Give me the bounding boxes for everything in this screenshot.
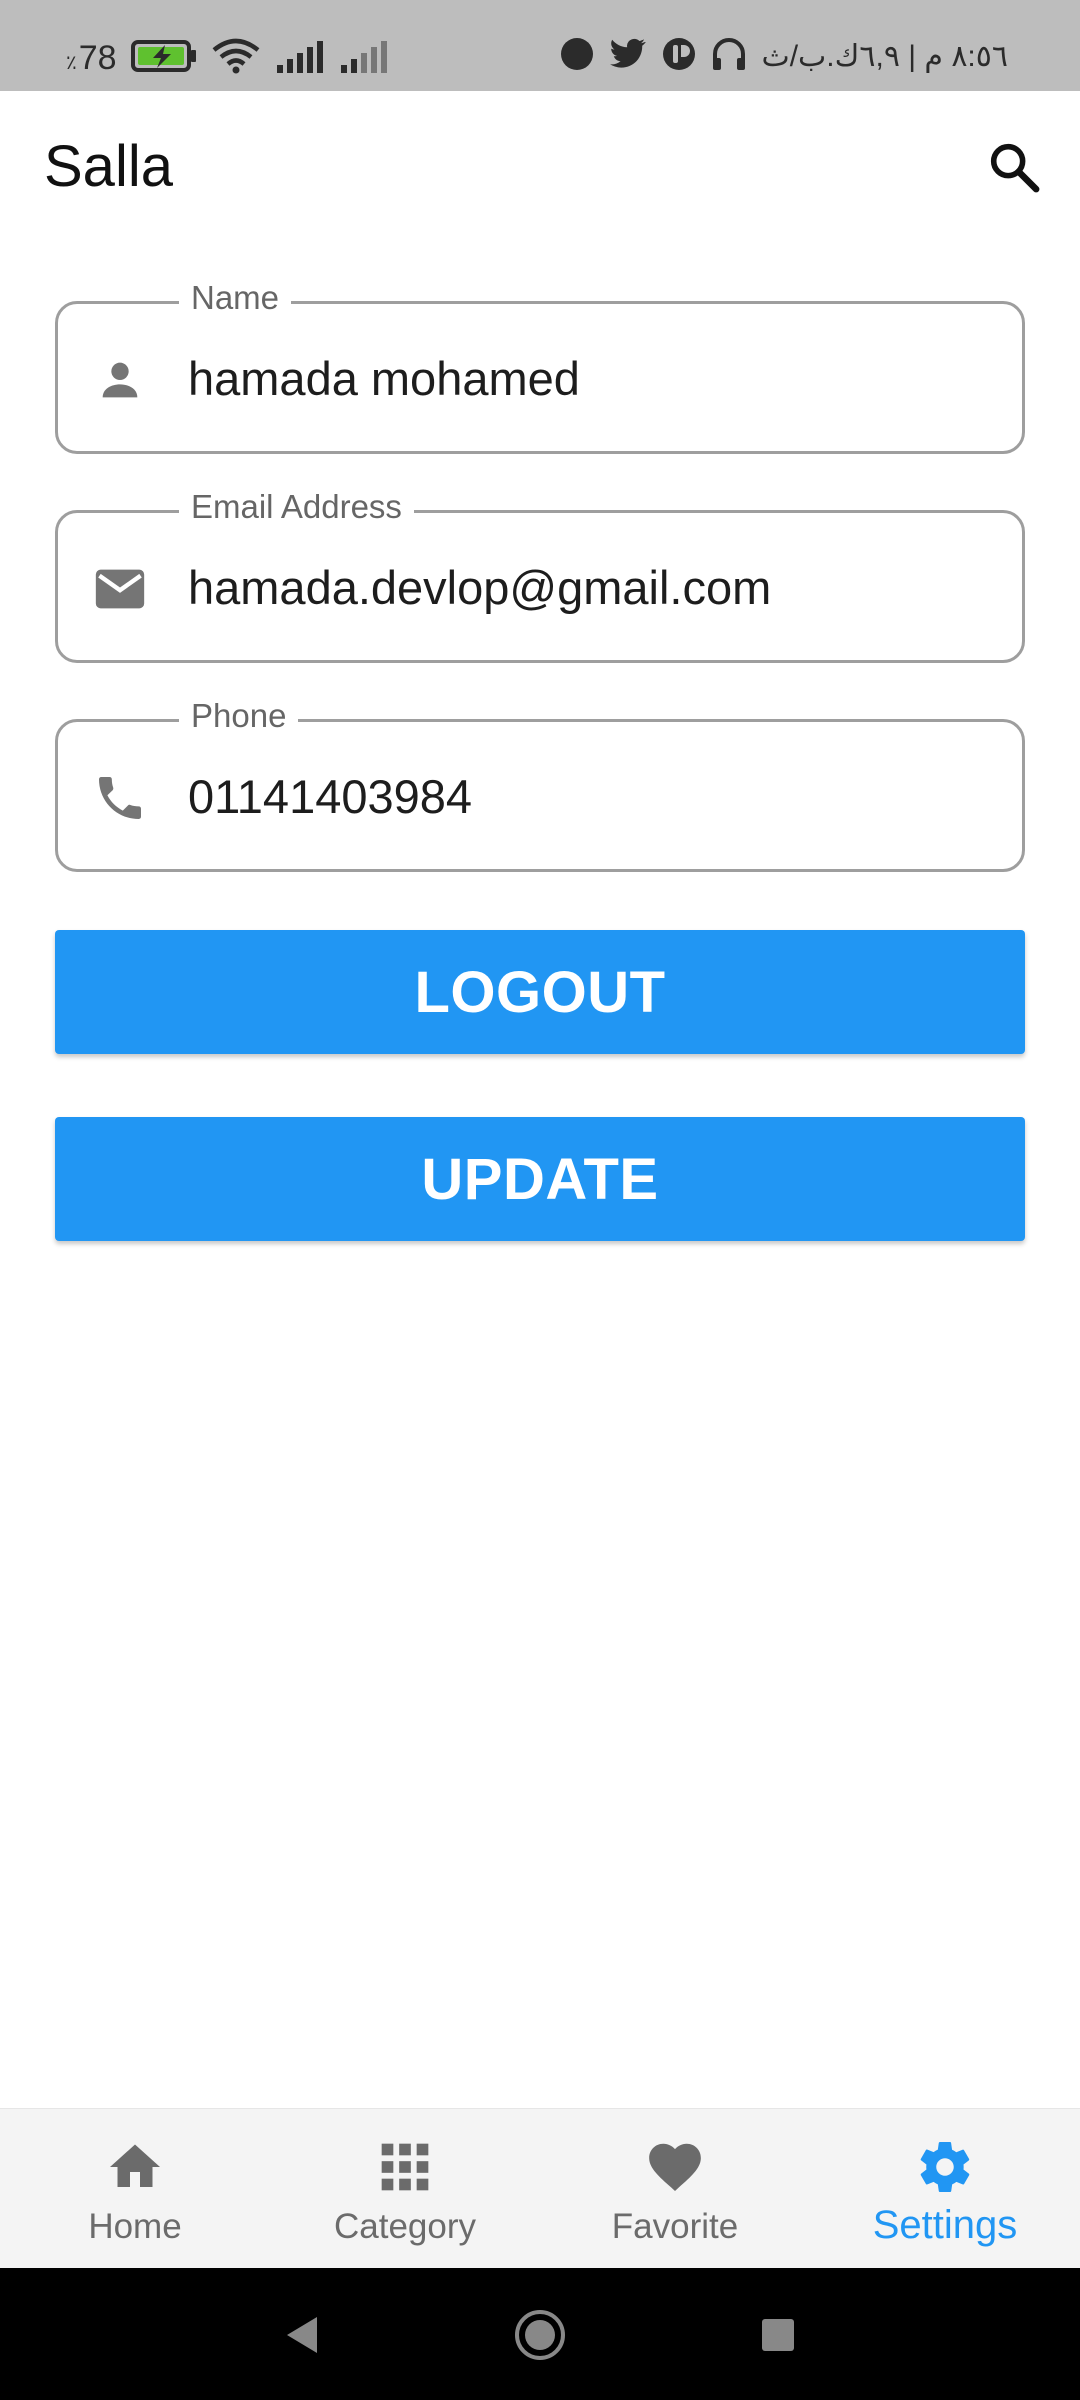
app-bar: Salla bbox=[0, 91, 1080, 251]
nav-item-settings[interactable]: Settings bbox=[810, 2109, 1080, 2268]
back-icon bbox=[287, 2317, 317, 2353]
battery-icon bbox=[130, 39, 197, 78]
home-icon bbox=[103, 2135, 167, 2199]
nav-item-category[interactable]: Category bbox=[270, 2109, 540, 2268]
logout-button[interactable]: LOGOUT bbox=[55, 930, 1025, 1054]
battery-percent: ٪78 bbox=[66, 38, 117, 77]
search-button[interactable] bbox=[978, 131, 1050, 203]
mail-icon bbox=[88, 557, 152, 621]
status-left-group: ٪78 bbox=[66, 36, 389, 80]
signal-icon-1 bbox=[275, 39, 325, 78]
app-title: Salla bbox=[44, 134, 173, 199]
phone-field-label: Phone bbox=[179, 696, 299, 736]
headphones-icon bbox=[711, 36, 747, 77]
recents-square-icon bbox=[762, 2319, 794, 2351]
app-notification-icon bbox=[661, 36, 697, 77]
search-icon bbox=[990, 143, 1040, 193]
phone-icon bbox=[88, 766, 152, 830]
status-bar: ٪78 ٨:٥٦ م | ٦,٩ك.ب/ث bbox=[0, 0, 1080, 91]
update-button[interactable]: UPDATE bbox=[55, 1117, 1025, 1241]
heart-icon bbox=[643, 2135, 707, 2199]
person-icon bbox=[88, 348, 152, 412]
nav-item-favorite[interactable]: Favorite bbox=[540, 2109, 810, 2268]
back-button[interactable] bbox=[274, 2308, 328, 2362]
wifi-icon bbox=[211, 38, 261, 79]
home-circle-icon bbox=[515, 2310, 565, 2360]
system-nav-bar bbox=[0, 2268, 1080, 2400]
name-field-label: Name bbox=[179, 278, 292, 318]
email-field[interactable]: Email Address hamada.devlop@gmail.com bbox=[55, 487, 1025, 663]
email-input[interactable]: hamada.devlop@gmail.com bbox=[188, 559, 771, 617]
gear-icon bbox=[913, 2135, 977, 2199]
bottom-nav: Home Category Favorite Settings bbox=[0, 2108, 1080, 2268]
status-time-text: ٨:٥٦ م | ٦,٩ك.ب/ث bbox=[761, 39, 1008, 73]
nav-label-favorite: Favorite bbox=[611, 2207, 739, 2246]
email-field-label: Email Address bbox=[179, 487, 414, 527]
nav-label-category: Category bbox=[333, 2207, 477, 2246]
grid-icon bbox=[373, 2135, 437, 2199]
twitter-icon bbox=[609, 37, 647, 76]
recents-button[interactable] bbox=[751, 2308, 805, 2362]
phone-input[interactable]: 01141403984 bbox=[188, 768, 472, 826]
record-dot-icon bbox=[559, 36, 595, 77]
name-input[interactable]: hamada mohamed bbox=[188, 350, 580, 408]
name-field[interactable]: Name hamada mohamed bbox=[55, 278, 1025, 454]
nav-item-home[interactable]: Home bbox=[0, 2109, 270, 2268]
nav-label-settings: Settings bbox=[872, 2203, 1018, 2247]
nav-label-home: Home bbox=[88, 2207, 182, 2246]
phone-field[interactable]: Phone 01141403984 bbox=[55, 696, 1025, 872]
home-system-button[interactable] bbox=[513, 2308, 567, 2362]
signal-icon-2 bbox=[339, 39, 389, 78]
status-right-group: ٨:٥٦ م | ٦,٩ك.ب/ث bbox=[559, 34, 1008, 78]
